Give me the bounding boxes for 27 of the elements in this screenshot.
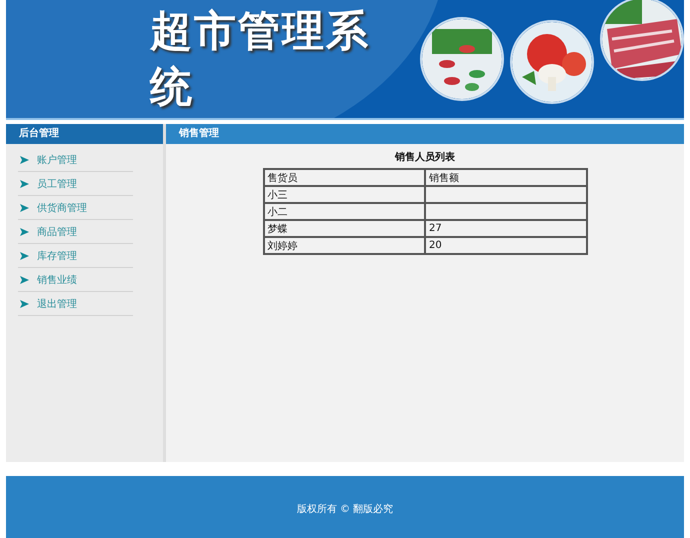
sidebar-link[interactable]: 库存管理	[37, 248, 77, 262]
table-cell: 小二	[268, 206, 288, 218]
sidebar-link[interactable]: 账户管理	[37, 152, 77, 166]
sidebar-link[interactable]: 供货商管理	[37, 200, 87, 214]
arrow-icon	[20, 180, 29, 188]
table-cell: 20	[429, 240, 442, 251]
sidebar-heading: 后台管理	[6, 124, 163, 144]
section-heading: 销售管理	[166, 124, 684, 144]
sidebar-link[interactable]: 销售业绩	[37, 272, 77, 286]
arrow-icon	[20, 300, 29, 308]
arrow-icon	[20, 252, 29, 260]
sidebar-link[interactable]: 员工管理	[37, 176, 77, 190]
sidebar-link[interactable]: 退出管理	[37, 296, 77, 310]
column-header: 销售额	[429, 172, 459, 184]
table-title: 销售人员列表	[395, 150, 455, 164]
sidebar-link[interactable]: 商品管理	[37, 224, 77, 238]
arrow-icon	[20, 156, 29, 164]
table-cell: 梦蝶	[268, 224, 288, 234]
arrow-icon	[20, 204, 29, 212]
column-header: 售货员	[268, 172, 298, 184]
arrow-icon	[20, 228, 29, 236]
table-cell: 27	[429, 223, 442, 234]
copyright-text: 版权所有 © 翻版必究	[296, 502, 394, 516]
site-title: 超市管理系统	[150, 5, 371, 113]
table-cell: 刘婷婷	[268, 240, 298, 252]
arrow-icon	[20, 276, 29, 284]
table-cell: 小三	[268, 190, 288, 200]
